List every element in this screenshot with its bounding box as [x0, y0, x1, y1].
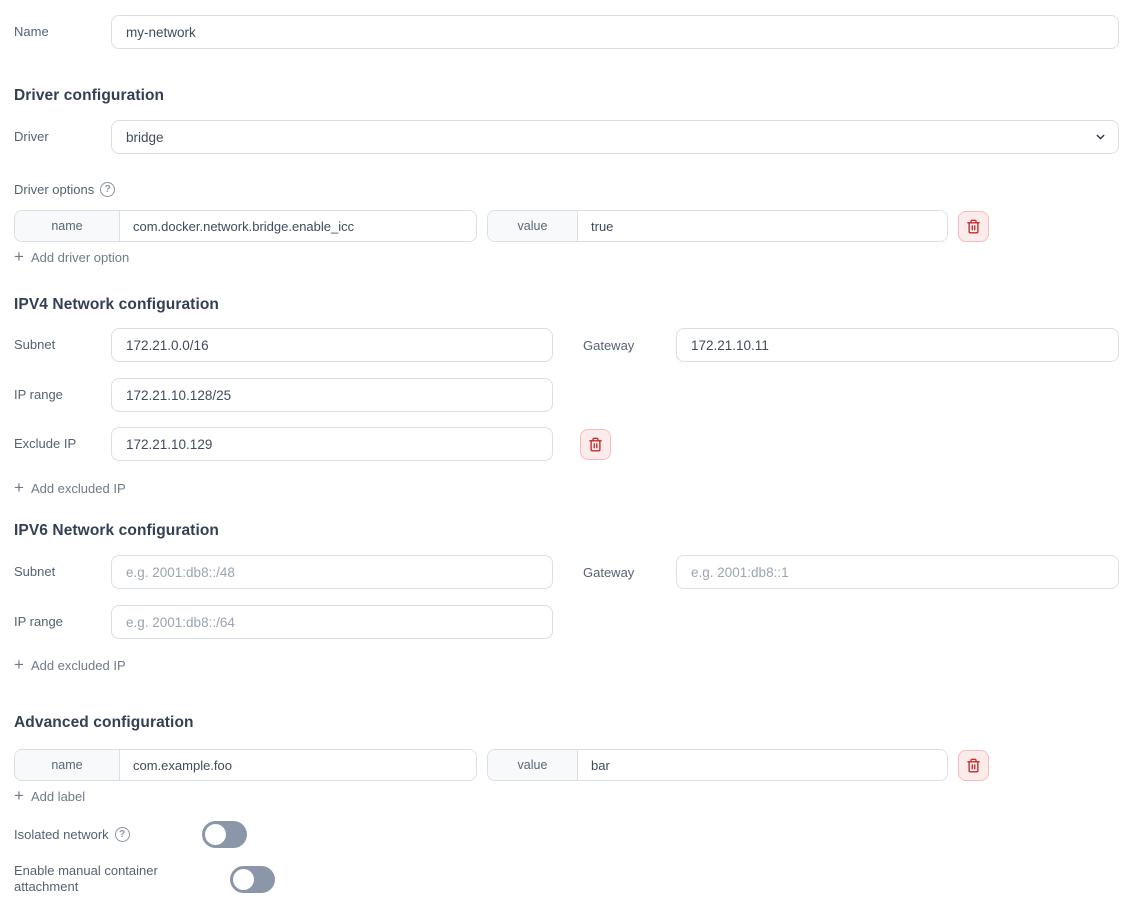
ipv4-ip-range-row: IP range: [14, 378, 1119, 412]
help-icon[interactable]: ?: [100, 182, 115, 197]
isolated-network-label: Isolated network: [14, 827, 109, 843]
driver-options-label-row: Driver options ?: [14, 182, 1119, 197]
ipv6-gateway-input[interactable]: [676, 555, 1119, 589]
label-name-input[interactable]: [120, 750, 476, 780]
value-addon: value: [488, 211, 578, 241]
label-name-group: name: [14, 749, 477, 781]
ipv4-add-excluded-ip-label: Add excluded IP: [31, 481, 126, 496]
add-driver-option-button[interactable]: + Add driver option: [14, 250, 129, 265]
plus-icon: +: [14, 250, 24, 264]
help-icon[interactable]: ?: [115, 827, 130, 842]
name-addon: name: [15, 750, 120, 780]
ipv6-add-excluded-ip-button[interactable]: + Add excluded IP: [14, 658, 126, 673]
create-network-form: Name Driver configuration Driver bridge …: [0, 0, 1133, 915]
driver-option-value-input[interactable]: [578, 211, 947, 241]
driver-label: Driver: [14, 129, 111, 145]
ipv4-ip-range-input[interactable]: [111, 378, 553, 412]
ipv4-configuration-heading: IPV4 Network configuration: [14, 296, 1119, 314]
trash-icon: [966, 758, 981, 773]
ipv6-gateway-label: Gateway: [553, 565, 676, 580]
ipv6-ip-range-input[interactable]: [111, 605, 553, 639]
driver-option-name-input[interactable]: [120, 211, 476, 241]
value-addon: value: [488, 750, 578, 780]
trash-icon: [966, 219, 981, 234]
label-value-input[interactable]: [578, 750, 947, 780]
driver-row: Driver bridge: [14, 120, 1119, 154]
plus-icon: +: [14, 658, 24, 672]
ipv4-subnet-label: Subnet: [14, 337, 111, 353]
name-addon: name: [15, 211, 120, 241]
add-label-label: Add label: [31, 789, 85, 804]
ipv6-configuration-heading: IPV6 Network configuration: [14, 522, 1119, 540]
ipv6-add-excluded-ip-label: Add excluded IP: [31, 658, 126, 673]
ipv6-subnet-label: Subnet: [14, 564, 111, 580]
ipv4-exclude-ip-row: Exclude IP: [14, 427, 1119, 461]
network-name-input[interactable]: [111, 15, 1119, 49]
driver-option-row: name value: [14, 210, 1119, 242]
ipv4-exclude-ip-input[interactable]: [111, 427, 553, 461]
trash-icon: [588, 437, 603, 452]
isolated-network-row: Isolated network ?: [14, 821, 1119, 848]
driver-option-value-group: value: [487, 210, 948, 242]
ipv6-subnet-row: Subnet Gateway: [14, 555, 1119, 589]
ipv6-ip-range-label: IP range: [14, 614, 111, 630]
ipv4-subnet-row: Subnet Gateway: [14, 328, 1119, 362]
manual-attachment-label: Enable manual container attachment: [14, 863, 202, 895]
advanced-configuration-heading: Advanced configuration: [14, 714, 1119, 732]
manual-attachment-row: Enable manual container attachment: [14, 863, 1119, 895]
ipv4-subnet-input[interactable]: [111, 328, 553, 362]
remove-excluded-ip-button[interactable]: [580, 429, 611, 460]
isolated-network-toggle[interactable]: [202, 821, 247, 848]
ipv4-ip-range-label: IP range: [14, 387, 111, 403]
ipv4-gateway-label: Gateway: [553, 338, 676, 353]
label-value-group: value: [487, 749, 948, 781]
ipv4-gateway-input[interactable]: [676, 328, 1119, 362]
ipv4-add-excluded-ip-button[interactable]: + Add excluded IP: [14, 481, 126, 496]
driver-configuration-heading: Driver configuration: [14, 87, 1119, 105]
driver-option-name-group: name: [14, 210, 477, 242]
name-row: Name: [14, 15, 1119, 49]
remove-label-button[interactable]: [958, 750, 989, 781]
ipv6-ip-range-row: IP range: [14, 605, 1119, 639]
label-row: name value: [14, 749, 1119, 781]
driver-select[interactable]: bridge: [111, 120, 1119, 154]
remove-driver-option-button[interactable]: [958, 211, 989, 242]
plus-icon: +: [14, 481, 24, 495]
driver-select-wrap: bridge: [111, 120, 1119, 154]
add-driver-option-label: Add driver option: [31, 250, 129, 265]
toggle-knob: [205, 824, 226, 845]
toggle-knob: [233, 869, 254, 890]
manual-attachment-toggle[interactable]: [230, 866, 275, 893]
plus-icon: +: [14, 789, 24, 803]
ipv6-subnet-input[interactable]: [111, 555, 553, 589]
add-label-button[interactable]: + Add label: [14, 789, 85, 804]
ipv4-exclude-ip-label: Exclude IP: [14, 436, 111, 452]
isolated-network-label-wrap: Isolated network ?: [14, 827, 202, 843]
driver-options-label: Driver options: [14, 182, 94, 197]
name-label: Name: [14, 24, 111, 40]
